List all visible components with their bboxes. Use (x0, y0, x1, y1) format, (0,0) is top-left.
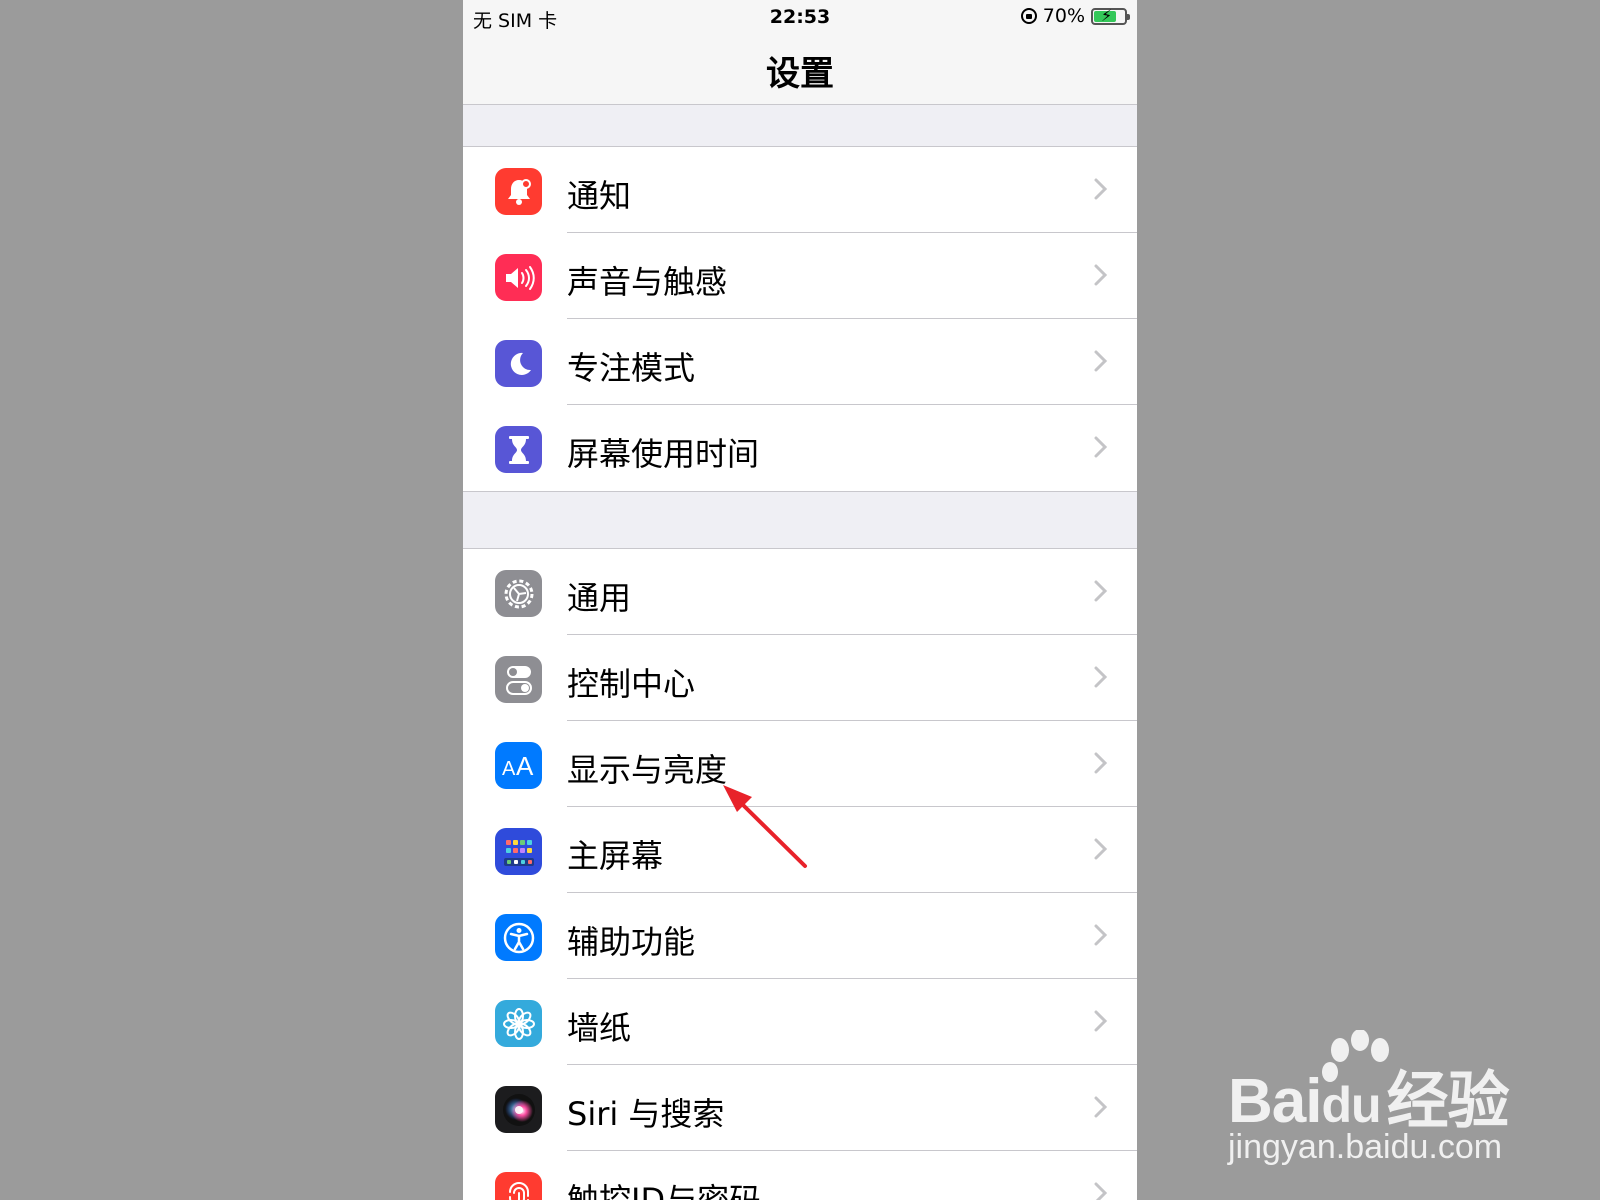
settings-row-display[interactable]: AA 显示与亮度 (463, 721, 1137, 807)
status-indicators: 70% ⚡ (1020, 5, 1130, 27)
settings-row-siri[interactable]: Siri 与搜索 (463, 1065, 1137, 1151)
chevron-right-icon (1094, 350, 1108, 372)
row-label: 辅助功能 (567, 923, 696, 961)
accessibility-icon (495, 914, 542, 961)
settings-row-sounds[interactable]: 声音与触感 (463, 233, 1137, 319)
settings-row-screen-time[interactable]: 屏幕使用时间 (463, 405, 1137, 491)
battery-percent: 70% (1042, 5, 1085, 27)
page-title: 设置 (766, 54, 834, 94)
row-label: 墙纸 (567, 1009, 632, 1047)
row-label: 控制中心 (567, 665, 696, 703)
row-label: 声音与触感 (567, 263, 728, 301)
settings-group-1: 通知 声音与触感 专注模式 屏幕使用时间 (463, 146, 1137, 492)
status-bar: 无 SIM 卡 22:53 70% ⚡ (463, 0, 1137, 34)
bell-icon (495, 168, 542, 215)
gear-icon (495, 570, 542, 617)
speaker-icon (495, 254, 542, 301)
chevron-right-icon (1094, 1010, 1108, 1032)
text-size-icon: AA (495, 742, 542, 789)
settings-row-focus[interactable]: 专注模式 (463, 319, 1137, 405)
row-label: 通知 (567, 177, 632, 215)
svg-text:A: A (502, 758, 516, 779)
chevron-right-icon (1094, 838, 1108, 860)
chevron-right-icon (1094, 752, 1108, 774)
row-label: 触控ID与密码 (567, 1181, 762, 1200)
chevron-right-icon (1094, 924, 1108, 946)
settings-row-wallpaper[interactable]: 墙纸 (463, 979, 1137, 1065)
orientation-lock-icon (1020, 8, 1037, 24)
chevron-right-icon (1094, 580, 1108, 602)
settings-row-control-center[interactable]: 控制中心 (463, 635, 1137, 721)
hourglass-icon (495, 426, 542, 473)
app-grid-icon (495, 828, 542, 875)
chevron-right-icon (1094, 264, 1108, 286)
navigation-bar: 设置 (463, 34, 1137, 105)
row-label: 通用 (567, 579, 632, 617)
watermark-brand: Baidu经验 (1228, 1067, 1510, 1136)
watermark-site: jingyan.baidu.com (1228, 1128, 1503, 1166)
settings-row-notifications[interactable]: 通知 (463, 147, 1137, 233)
moon-icon (495, 340, 542, 387)
battery-icon: ⚡ (1091, 6, 1130, 25)
svg-text:A: A (516, 753, 534, 779)
baidu-watermark: Baidu经验 jingyan.baidu.com (1228, 1030, 1528, 1170)
settings-row-touch-id[interactable]: 触控ID与密码 (463, 1151, 1137, 1200)
settings-row-home-screen[interactable]: 主屏幕 (463, 807, 1137, 893)
settings-row-general[interactable]: 通用 (463, 549, 1137, 635)
row-label: 专注模式 (567, 349, 696, 387)
chevron-right-icon (1094, 178, 1108, 200)
row-label: 主屏幕 (567, 837, 664, 875)
phone-screen: 无 SIM 卡 22:53 70% ⚡ 设置 通知 声音与触感 专注模式 屏幕使… (463, 0, 1137, 1200)
chevron-right-icon (1094, 1182, 1108, 1200)
chevron-right-icon (1094, 1096, 1108, 1118)
row-label: 显示与亮度 (567, 751, 728, 789)
siri-icon (495, 1086, 542, 1133)
settings-group-2: 通用 控制中心 AA 显示与亮度 主屏幕 辅助功能 墙纸 Siri 与搜索 触控… (463, 548, 1137, 1200)
row-label: Siri 与搜索 (567, 1095, 725, 1133)
flower-icon (495, 1000, 542, 1047)
row-label: 屏幕使用时间 (567, 435, 760, 473)
settings-row-accessibility[interactable]: 辅助功能 (463, 893, 1137, 979)
fingerprint-icon (495, 1172, 542, 1200)
toggles-icon (495, 656, 542, 703)
chevron-right-icon (1094, 436, 1108, 458)
chevron-right-icon (1094, 666, 1108, 688)
